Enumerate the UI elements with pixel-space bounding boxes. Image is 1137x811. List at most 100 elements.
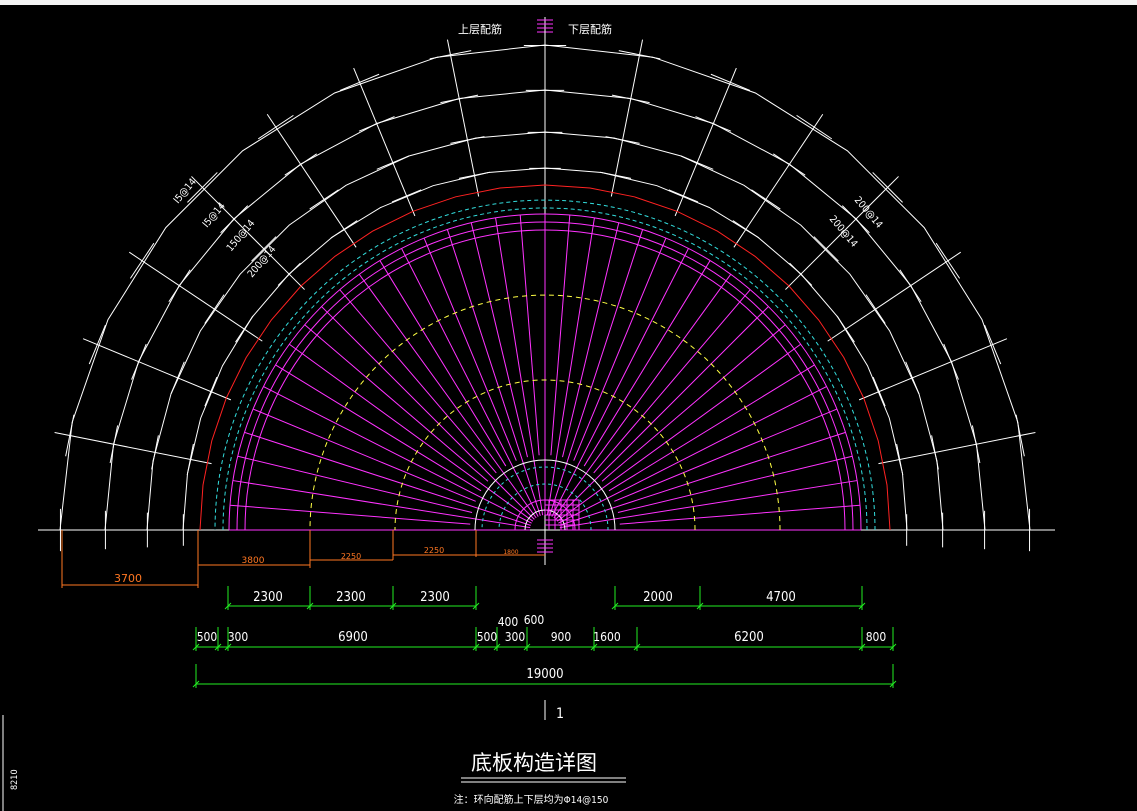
dim-r2-1: 300 [228, 630, 249, 644]
magenta-radial-bar [379, 260, 507, 467]
side-tag: 8210 [10, 769, 20, 790]
dim-r2-4: 300 [505, 630, 526, 644]
rebar-note-left-2: Ⅰ5@14 [201, 201, 228, 230]
magenta-radial-bar [275, 364, 482, 492]
white-spoke-tick [611, 94, 650, 104]
upper-rebar-label: 上层配筋 [458, 22, 502, 36]
magenta-radial-bar [556, 343, 801, 522]
dim-r2-6: 1600 [593, 630, 621, 644]
magenta-radial-bar [446, 229, 541, 516]
white-spoke-tick [168, 269, 191, 303]
dim-r1-4: 4700 [766, 590, 796, 605]
dim-r1-1: 2300 [336, 590, 366, 605]
dim-total: 19000 [526, 667, 563, 682]
white-spoke-tick [109, 425, 119, 464]
white-spoke-tick [170, 361, 185, 395]
white-spoke-tick [88, 324, 106, 365]
white-spoke-tick [618, 50, 661, 60]
white-spoke-tick [872, 376, 886, 407]
white-spoke-tick [680, 155, 714, 170]
magenta-radial-bar [237, 455, 473, 513]
white-spoke-tick [391, 189, 422, 203]
plan-geometry [38, 17, 1055, 688]
magenta-radial-bar [562, 222, 620, 458]
magenta-radial-bar [304, 324, 489, 482]
dim-r1-2: 2300 [420, 590, 450, 605]
white-spoke-tick [751, 189, 781, 210]
white-spoke-tick [204, 294, 225, 324]
dim-r1-3: 2000 [643, 590, 673, 605]
drawing-note: 注：环向配筋上下层均为Φ14@150 [454, 793, 609, 806]
white-spoke-tick [695, 116, 732, 132]
white-spoke-tick [1015, 414, 1025, 457]
white-spoke-tick [943, 343, 959, 380]
dim-r2-7: 6200 [734, 630, 764, 645]
white-spoke-tick [284, 153, 318, 176]
magenta-radial-bar [289, 343, 534, 522]
white-spoke-tick [796, 114, 833, 140]
white-spoke-tick [732, 220, 760, 239]
magenta-radial-bar [358, 274, 537, 519]
white-spoke-tick [330, 220, 358, 239]
white-spoke-tick [668, 189, 699, 203]
lower-rebar-label: 下层配筋 [568, 22, 612, 36]
white-spoke [858, 338, 1008, 401]
magenta-radial-bar [553, 274, 732, 519]
dim-r2-upper-0: 400 [498, 615, 519, 629]
rebar-note-right-inner: 200@14 [827, 214, 860, 250]
magenta-radial-bar [244, 431, 531, 526]
dim-r2-upper-1: 600 [524, 613, 545, 627]
orange-dim-2250b: 2250 [424, 546, 444, 555]
cad-drawing-canvas[interactable]: 上层配筋 下层配筋 Ⅰ5@14 Ⅰ5@14 150@14 200@14 200@… [0, 0, 1137, 811]
dim-r2-0: 500 [197, 630, 218, 644]
white-spoke-tick [899, 269, 922, 303]
white-spoke-tick [131, 343, 147, 380]
magenta-radial-bar [559, 431, 846, 526]
white-spoke-tick [440, 94, 479, 104]
white-spoke-tick [339, 73, 380, 91]
magenta-radial-bar [519, 214, 540, 456]
white-spoke-tick [772, 153, 806, 176]
dim-r1-0: 2300 [253, 590, 283, 605]
magenta-radial-bar [495, 217, 544, 516]
magenta-radial-bar [583, 260, 711, 467]
magenta-radial-bar [546, 217, 595, 516]
magenta-radial-bar [229, 504, 471, 525]
magenta-radial-bar [608, 364, 815, 492]
white-spoke-tick [309, 189, 339, 210]
orange-dim-3700: 3700 [114, 572, 142, 585]
white-spoke [82, 338, 232, 401]
white-spoke-tick [429, 50, 472, 60]
white-spoke-tick [865, 294, 886, 324]
white-spoke [610, 39, 644, 197]
magenta-radial-bar [550, 214, 571, 456]
white-spoke-tick [257, 114, 294, 140]
rebar-note-right-outer: 200@14 [852, 195, 885, 231]
white-spoke-tick [905, 361, 920, 395]
magenta-radial-bar [232, 480, 531, 529]
dim-r2-3: 500 [477, 630, 498, 644]
magenta-radial-bar [470, 222, 528, 458]
white-spoke-tick [836, 315, 855, 343]
white-spoke-tick [235, 315, 254, 343]
magenta-radial-bar [617, 455, 853, 513]
magenta-radial-bar [593, 289, 751, 474]
white-spoke [353, 67, 416, 217]
magenta-radial-bar [559, 480, 858, 529]
magenta-radial-bar [619, 504, 861, 525]
rebar-note-left-4: 200@14 [246, 244, 279, 280]
white-spoke [446, 39, 480, 197]
orange-dim-3800: 3800 [242, 556, 265, 566]
white-spoke [878, 431, 1036, 465]
orange-dim-2250a: 2250 [341, 552, 361, 561]
white-spoke-tick [65, 414, 75, 457]
drawing-title: 底板构造详图 [471, 751, 597, 775]
section-mark: 1 [556, 706, 564, 722]
dim-r2-5: 900 [551, 630, 572, 644]
magenta-radial-bar [549, 229, 644, 516]
white-spoke-tick [129, 242, 155, 279]
dim-r2-2: 6900 [338, 630, 368, 645]
white-spoke-tick [710, 73, 751, 91]
white-spoke-tick [376, 155, 410, 170]
rebar-note-left-outer: Ⅰ5@14 [172, 177, 199, 206]
